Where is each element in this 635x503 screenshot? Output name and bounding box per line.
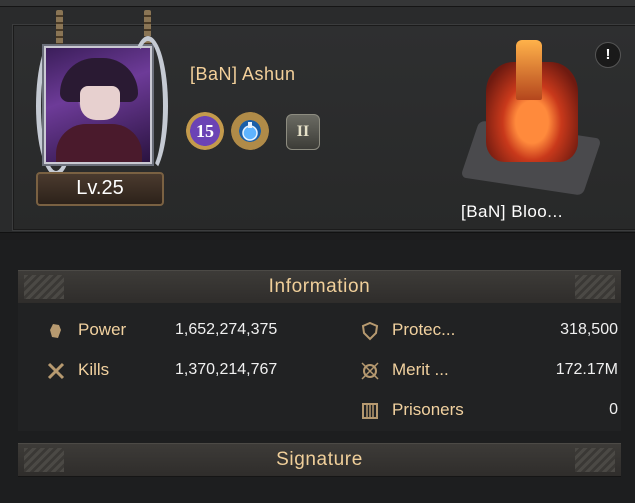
- stat-value-prisoners: 0: [609, 401, 618, 418]
- merit-icon: [360, 361, 380, 381]
- stat-value-power: 1,652,274,375: [175, 321, 278, 338]
- information-body: Power 1,652,274,375 Kills 1,370,214,767 …: [18, 303, 621, 431]
- badge-level-text: 15: [196, 120, 214, 141]
- stat-value-merit: 172.17M: [555, 361, 618, 378]
- kills-swords-icon: [46, 361, 66, 381]
- power-fist-icon: [46, 321, 66, 341]
- castle-icon[interactable]: [460, 40, 602, 200]
- top-strip: [0, 0, 635, 7]
- alert-icon[interactable]: !: [595, 42, 621, 68]
- level-15-badge[interactable]: 15: [186, 112, 224, 150]
- stat-label-merit: Merit ...: [392, 360, 449, 379]
- stat-value-protection: 318,500: [560, 321, 618, 338]
- prison-icon: [360, 401, 380, 421]
- castle-name: [BaN] Bloo...: [461, 202, 563, 221]
- rank-badge[interactable]: II: [286, 114, 320, 150]
- badge-rank-text: II: [296, 123, 310, 140]
- player-name: [BaN] Ashun: [190, 64, 296, 84]
- level-plate: Lv.25: [36, 172, 164, 206]
- stat-value-kills: 1,370,214,767: [175, 361, 278, 378]
- avatar[interactable]: [36, 36, 168, 176]
- profile-panel: Lv.25 [BaN] Ashun 15 II [BaN] Bloo... !: [0, 0, 635, 233]
- stat-label-kills: Kills: [78, 360, 110, 379]
- protection-shield-icon: [360, 321, 380, 341]
- potion-badge[interactable]: [231, 112, 269, 150]
- stat-label-prisoners: Prisoners: [392, 400, 464, 419]
- avatar-wing-right: [128, 36, 168, 176]
- stat-label-protection: Protec...: [392, 320, 456, 339]
- potion-icon: [242, 122, 258, 141]
- stat-label-power: Power: [78, 320, 127, 339]
- information-header: Information: [18, 270, 621, 304]
- signature-header: Signature: [18, 443, 621, 477]
